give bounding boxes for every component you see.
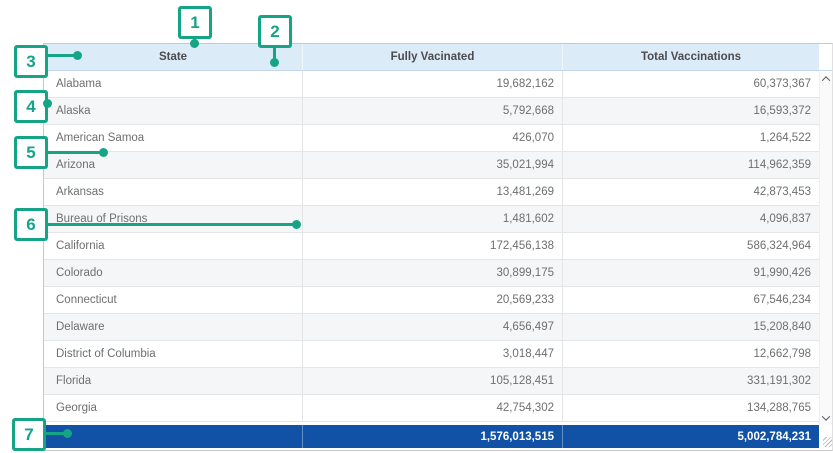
scroll-up-button[interactable]: [820, 72, 833, 86]
callout-5-number: 5: [26, 143, 35, 163]
state-cell: Delaware: [44, 314, 302, 340]
state-cell: American Samoa: [44, 125, 302, 151]
table-header-row: State Fully Vacinated Total Vaccinations: [44, 44, 832, 71]
table-row[interactable]: Arizona 35,021,994 114,962,359: [44, 152, 819, 179]
fully-vaccinated-cell: 172,456,138: [302, 233, 562, 259]
total-fully-vaccinated-cell: 1,576,013,515: [302, 425, 562, 448]
state-cell: Colorado: [44, 260, 302, 286]
fully-vaccinated-cell: 30,899,175: [302, 260, 562, 286]
total-vaccinations-cell: 4,096,837: [562, 206, 819, 232]
table-body: Alabama 19,682,162 60,373,367 Alaska 5,7…: [44, 71, 819, 422]
total-vaccinations-cell: 91,990,426: [562, 260, 819, 286]
state-cell: Connecticut: [44, 287, 302, 313]
scroll-down-button[interactable]: [820, 411, 833, 425]
state-cell: Florida: [44, 368, 302, 394]
fully-vaccinated-cell: 13,481,269: [302, 179, 562, 205]
callout-7-number: 7: [24, 425, 33, 445]
total-vaccinations-cell: 134,288,765: [562, 395, 819, 421]
state-cell: District of Columbia: [44, 341, 302, 367]
table-row[interactable]: Delaware 4,656,497 15,208,840: [44, 314, 819, 341]
state-cell: Alaska: [44, 98, 302, 124]
total-vaccinations-cell: 15,208,840: [562, 314, 819, 340]
callout-5-line: [46, 151, 101, 154]
state-cell: Georgia: [44, 395, 302, 421]
total-vaccinations-cell: 12,662,798: [562, 341, 819, 367]
fully-vaccinated-cell: 5,792,668: [302, 98, 562, 124]
total-vaccinations-cell: 42,873,453: [562, 179, 819, 205]
table-row[interactable]: Florida 105,128,451 331,191,302: [44, 368, 819, 395]
total-vaccinations-cell: 16,593,372: [562, 98, 819, 124]
total-vaccinations-cell: 1,264,522: [562, 125, 819, 151]
total-state-cell: [44, 425, 302, 448]
total-vaccinations-cell: 60,373,367: [562, 71, 819, 97]
fully-vaccinated-cell: 42,754,302: [302, 395, 562, 421]
chevron-down-icon: [822, 412, 830, 420]
table-row[interactable]: Alaska 5,792,668 16,593,372: [44, 98, 819, 125]
callout-6-dot: [292, 220, 301, 229]
state-cell: California: [44, 233, 302, 259]
table-row[interactable]: Colorado 30,899,175 91,990,426: [44, 260, 819, 287]
callout-2-badge: 2: [258, 15, 292, 48]
table-row[interactable]: Georgia 42,754,302 134,288,765: [44, 395, 819, 422]
callout-3-number: 3: [26, 52, 35, 72]
state-cell: Alabama: [44, 71, 302, 97]
total-vaccinations-cell: 114,962,359: [562, 152, 819, 178]
table-row[interactable]: California 172,456,138 586,324,964: [44, 233, 819, 260]
callout-3-line: [46, 54, 76, 57]
callout-6-line: [46, 223, 294, 226]
callout-4-badge: 4: [14, 90, 48, 123]
state-cell: Bureau of Prisons: [44, 206, 302, 232]
callout-1-badge: 1: [178, 6, 212, 39]
fully-vaccinated-cell: 1,481,602: [302, 206, 562, 232]
callout-3-badge: 3: [14, 45, 48, 78]
state-cell: Arkansas: [44, 179, 302, 205]
resize-grip-icon[interactable]: [823, 437, 832, 447]
table-row[interactable]: American Samoa 426,070 1,264,522: [44, 125, 819, 152]
chevron-up-icon: [822, 76, 830, 84]
column-header-total-vaccinations[interactable]: Total Vaccinations: [562, 44, 819, 70]
callout-5-badge: 5: [14, 136, 48, 169]
fully-vaccinated-cell: 4,656,497: [302, 314, 562, 340]
header-scroll-corner: [819, 44, 832, 70]
state-cell: Arizona: [44, 152, 302, 178]
callout-6-badge: 6: [14, 208, 48, 241]
vertical-scrollbar[interactable]: [819, 72, 832, 425]
callout-1-number: 1: [190, 13, 199, 33]
total-vaccinations-cell: 586,324,964: [562, 233, 819, 259]
table-total-row: 1,576,013,515 5,002,784,231: [44, 425, 832, 448]
table-widget: State Fully Vacinated Total Vaccinations…: [43, 43, 833, 451]
fully-vaccinated-cell: 19,682,162: [302, 71, 562, 97]
fully-vaccinated-cell: 20,569,233: [302, 287, 562, 313]
callout-4-number: 4: [26, 97, 35, 117]
fully-vaccinated-cell: 105,128,451: [302, 368, 562, 394]
total-vaccinations-cell: 67,546,234: [562, 287, 819, 313]
callout-5-dot: [99, 148, 108, 157]
table-row[interactable]: Arkansas 13,481,269 42,873,453: [44, 179, 819, 206]
table-row[interactable]: Alabama 19,682,162 60,373,367: [44, 71, 819, 98]
callout-6-number: 6: [26, 215, 35, 235]
callout-2-dot: [270, 58, 279, 67]
total-total-vaccinations-cell: 5,002,784,231: [562, 425, 819, 448]
table-row[interactable]: Connecticut 20,569,233 67,546,234: [44, 287, 819, 314]
callout-4-dot: [43, 99, 52, 108]
callout-3-dot: [73, 51, 82, 60]
fully-vaccinated-cell: 35,021,994: [302, 152, 562, 178]
total-vaccinations-cell: 331,191,302: [562, 368, 819, 394]
column-header-fully-vaccinated[interactable]: Fully Vacinated: [302, 44, 562, 70]
fully-vaccinated-cell: 426,070: [302, 125, 562, 151]
table-row[interactable]: Bureau of Prisons 1,481,602 4,096,837: [44, 206, 819, 233]
callout-7-dot: [63, 429, 72, 438]
table-row[interactable]: District of Columbia 3,018,447 12,662,79…: [44, 341, 819, 368]
callout-7-badge: 7: [12, 418, 46, 451]
fully-vaccinated-cell: 3,018,447: [302, 341, 562, 367]
callout-2-number: 2: [270, 22, 279, 42]
callout-1-dot: [190, 39, 199, 48]
page: State Fully Vacinated Total Vaccinations…: [0, 0, 833, 453]
